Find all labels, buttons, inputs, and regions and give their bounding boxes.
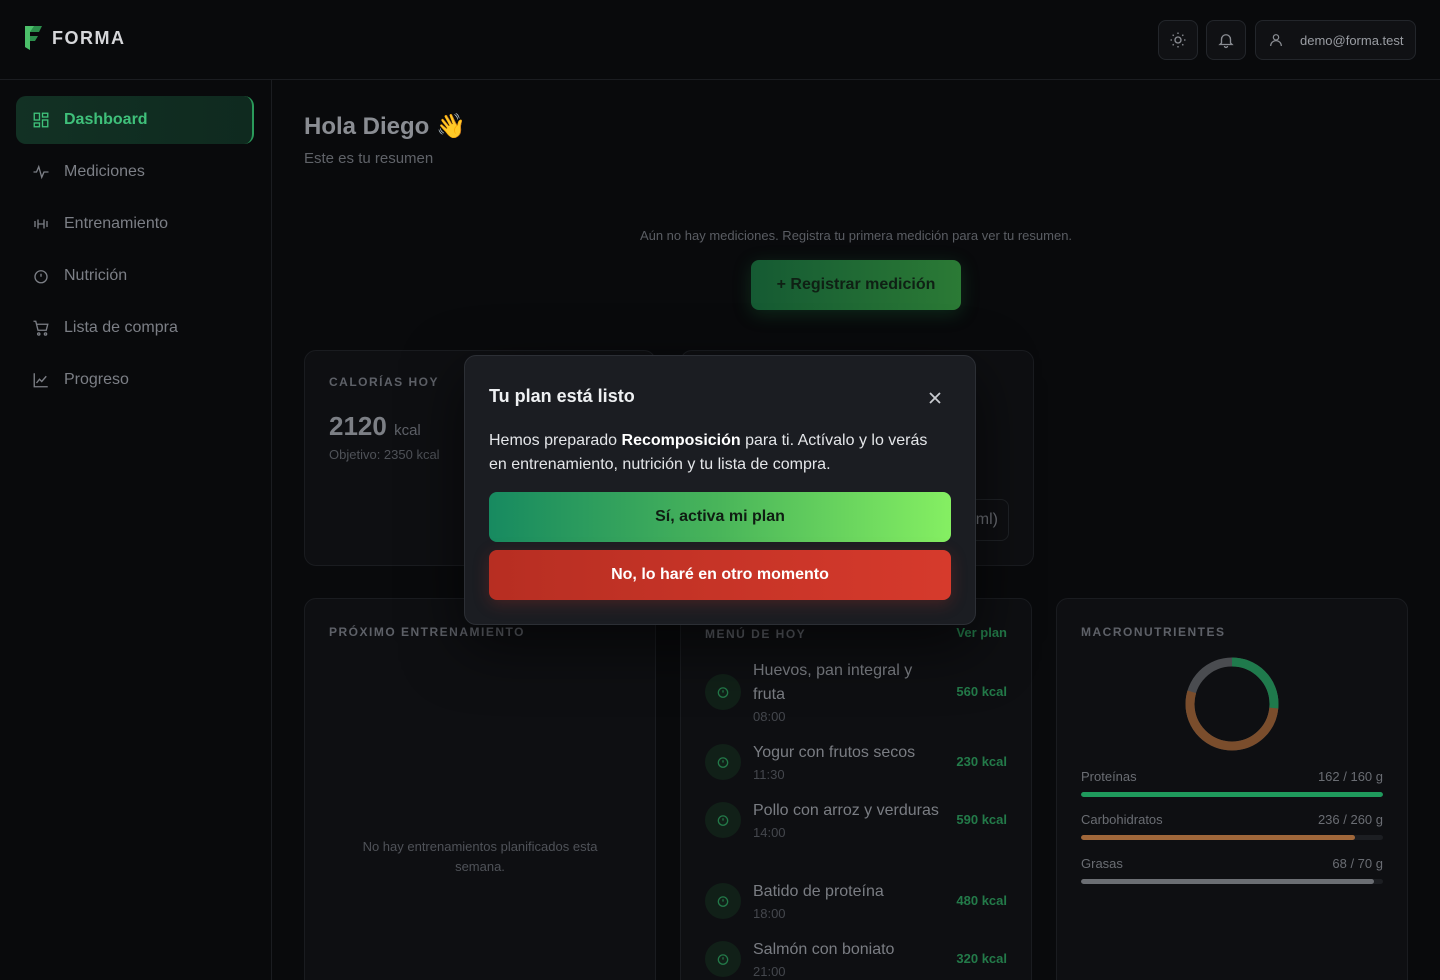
meal-time: 18:00 (753, 906, 786, 921)
notifications-button[interactable] (1206, 20, 1246, 60)
macro-row-carbs: Carbohidratos 236 / 260 g (1081, 812, 1383, 840)
forma-logo-icon (25, 26, 42, 50)
dumbbell-icon (34, 219, 48, 229)
sidebar-item-mediciones[interactable]: Mediciones (16, 148, 254, 196)
sun-icon (1170, 32, 1186, 48)
dashboard-icon (33, 112, 49, 128)
card-title: CALORÍAS HOY (329, 375, 440, 389)
macro-value: 162 / 160 g (1317, 769, 1383, 784)
meal-kcal: 590 kcal (956, 812, 1007, 827)
calories-goal: Objetivo: 2350 kcal (329, 447, 440, 462)
plan-name: Recomposición (621, 432, 741, 449)
page-subtitle: Este es tu resumen (304, 150, 434, 167)
brand-name: FORMA (52, 27, 126, 48)
plan-ready-dialog: Tu plan está listo Hemos preparado Recom… (464, 355, 976, 625)
no-training-message: No hay entrenamientos planificados esta … (362, 839, 598, 874)
meal-name: Batido de proteína (753, 883, 884, 900)
list-item[interactable]: Salmón con boniato 21:00 320 kcal (705, 938, 1007, 979)
sidebar-item-entrenamiento[interactable]: Entrenamiento (16, 200, 254, 248)
sidebar-item-label: Dashboard (64, 111, 148, 128)
sidebar-item-label: Entrenamiento (64, 215, 169, 232)
meal-kcal: 230 kcal (956, 754, 1007, 769)
sidebar-item-label: Nutrición (64, 267, 128, 284)
macro-row-protein: Proteínas 162 / 160 g (1081, 769, 1383, 797)
card-title: MENÚ DE HOY (705, 627, 807, 641)
meal-time: 08:00 (753, 709, 786, 724)
list-item[interactable]: Huevos, pan integral y fruta 08:00 560 k… (705, 659, 1007, 724)
timer-icon (705, 940, 741, 977)
chart-line-icon (33, 373, 48, 388)
macro-label: Carbohidratos (1081, 812, 1163, 827)
meal-kcal: 320 kcal (956, 951, 1007, 966)
user-email: demo@forma.test (1300, 32, 1404, 48)
sidebar-item-dashboard[interactable]: Dashboard (16, 96, 254, 144)
sidebar-item-nutricion[interactable]: Nutrición (16, 252, 254, 300)
brand-logo[interactable]: FORMA (22, 24, 126, 52)
card-title: MACRONUTRIENTES (1081, 625, 1226, 639)
page-title: Hola Diego 👋 (304, 113, 466, 140)
meal-name: Pollo con arroz y verduras (753, 802, 939, 819)
calories-value: 2120 kcal (329, 411, 421, 441)
meal-time: 14:00 (753, 825, 786, 840)
meal-kcal: 560 kcal (956, 684, 1007, 699)
dialog-title: Tu plan está listo (489, 386, 635, 406)
sidebar-item-label: Progreso (64, 371, 129, 388)
activity-icon (33, 164, 49, 180)
macros-card: MACRONUTRIENTES Proteínas 162 / 160 g Ca… (1056, 598, 1408, 980)
menu-card: MENÚ DE HOY Ver plan Huevos, pan integra… (680, 598, 1032, 980)
meal-time: 11:30 (753, 767, 785, 782)
empty-measurements-message: Aún no hay mediciones. Registra tu prime… (639, 228, 1073, 243)
user-menu-button[interactable]: demo@forma.test (1255, 20, 1416, 60)
macro-value: 68 / 70 g (1332, 856, 1383, 871)
macro-progress-bar (1081, 792, 1383, 797)
close-icon[interactable] (927, 390, 943, 406)
list-item[interactable]: Pollo con arroz y verduras 14:00 590 kca… (705, 799, 1007, 840)
decline-plan-button[interactable]: No, lo haré en otro momento (489, 550, 951, 600)
timer-icon (705, 743, 741, 780)
cart-icon (33, 320, 49, 336)
macro-row-fats: Grasas 68 / 70 g (1081, 856, 1383, 884)
meal-name: Huevos, pan integral y fruta (753, 662, 913, 703)
timer-icon (705, 882, 741, 919)
next-training-card: PRÓXIMO ENTRENAMIENTO No hay entrenamien… (304, 598, 656, 980)
macro-label: Proteínas (1081, 769, 1137, 784)
top-bar: FORMA demo@forma.test (0, 0, 1440, 80)
dialog-message: Hemos preparado Recomposición para ti. A… (489, 432, 928, 473)
macro-progress-bar (1081, 835, 1356, 840)
macro-progress-bar (1081, 879, 1375, 884)
macro-label: Grasas (1081, 856, 1123, 871)
theme-toggle-button[interactable] (1158, 20, 1198, 60)
meal-name: Salmón con boniato (753, 941, 895, 958)
sidebar-item-lista-compra[interactable]: Lista de compra (16, 304, 254, 352)
activate-plan-button[interactable]: Sí, activa mi plan (489, 492, 951, 542)
macro-value: 236 / 260 g (1317, 812, 1383, 827)
meal-name: Yogur con frutos secos (753, 744, 916, 761)
meal-kcal: 480 kcal (956, 893, 1007, 908)
sidebar-item-progreso[interactable]: Progreso (16, 356, 254, 404)
list-item[interactable]: Batido de proteína 18:00 480 kcal (705, 880, 1007, 921)
list-item[interactable]: Yogur con frutos secos 11:30 230 kcal (705, 741, 1007, 782)
sidebar-item-label: Lista de compra (64, 319, 178, 336)
card-title: PRÓXIMO ENTRENAMIENTO (329, 625, 525, 639)
timer-icon (34, 270, 48, 284)
view-plan-link[interactable]: Ver plan (956, 625, 1007, 640)
timer-icon (705, 673, 741, 710)
user-icon (1270, 34, 1282, 47)
timer-icon (705, 801, 741, 838)
sidebar: Dashboard Mediciones Entrenamiento Nutri… (0, 80, 272, 980)
meal-time: 21:00 (753, 964, 786, 979)
macros-donut-chart (1185, 657, 1279, 751)
bell-icon (1218, 34, 1234, 49)
register-measurement-button[interactable]: + Registrar medición (751, 260, 961, 310)
sidebar-item-label: Mediciones (64, 163, 145, 180)
